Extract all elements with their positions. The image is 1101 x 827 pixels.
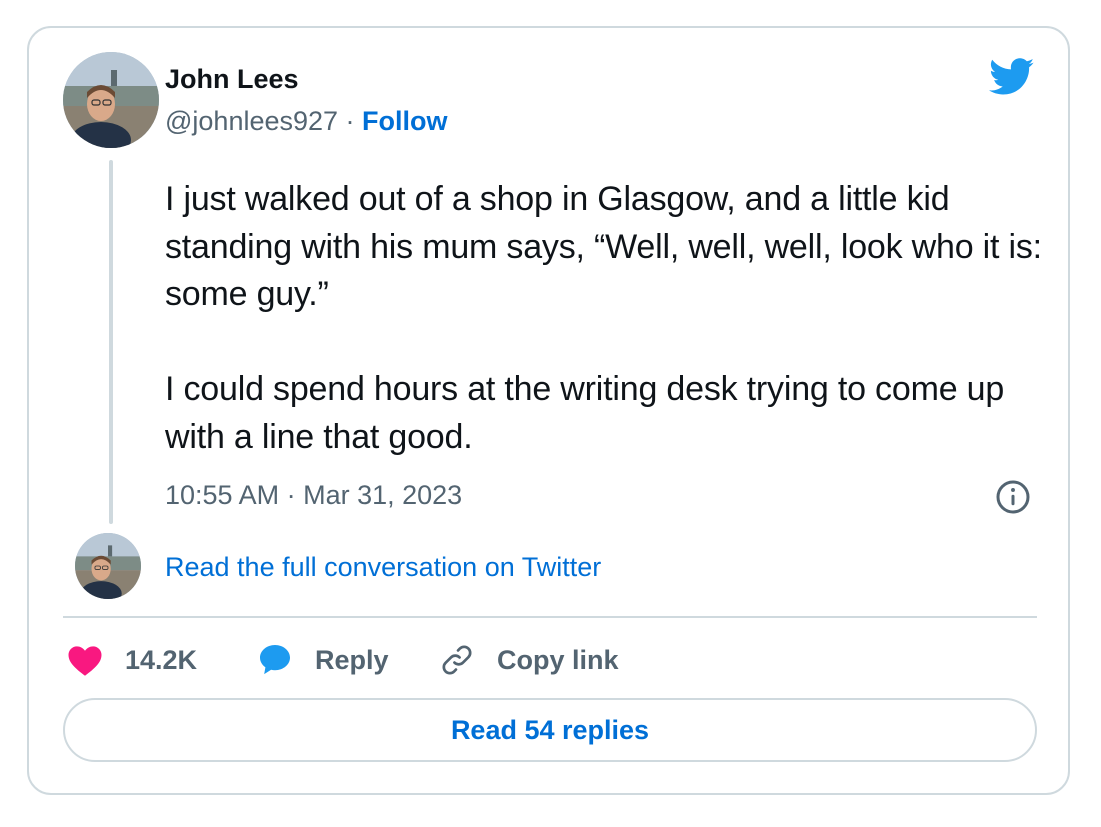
tweet-paragraph-1: I just walked out of a shop in Glasgow, …	[165, 180, 1042, 313]
tweet-timestamp[interactable]: 10:55 AM · Mar 31, 2023	[165, 480, 462, 511]
reply-button[interactable]: Reply	[257, 640, 389, 680]
avatar-photo-small	[75, 533, 141, 599]
author-name[interactable]: John Lees	[165, 64, 299, 95]
actions-divider	[63, 616, 1037, 618]
twitter-bird-icon[interactable]	[989, 58, 1035, 96]
thread-connector-line	[109, 160, 113, 524]
handle-separator: ·	[338, 106, 363, 136]
reply-label: Reply	[315, 644, 389, 675]
read-replies-label: Read 54 replies	[450, 714, 650, 745]
follow-button[interactable]: Follow	[362, 106, 447, 136]
tweet-paragraph-2: I could spend hours at the writing desk …	[165, 370, 1005, 456]
author-handle-row: @johnlees927 · Follow	[165, 106, 448, 137]
heart-icon	[68, 646, 102, 676]
read-full-conversation-link[interactable]: Read the full conversation on Twitter	[165, 552, 601, 583]
link-icon	[442, 645, 472, 675]
copy-link-label: Copy link	[497, 644, 619, 675]
conversation-avatar[interactable]	[75, 533, 141, 599]
author-handle[interactable]: @johnlees927	[165, 106, 338, 136]
speech-bubble-icon	[260, 645, 290, 675]
author-avatar[interactable]	[63, 52, 159, 148]
tweet-embed-card: John Lees @johnlees927 · Follow I just w…	[27, 26, 1070, 795]
copy-link-button[interactable]: Copy link	[439, 640, 619, 680]
read-replies-button[interactable]: Read 54 replies	[63, 698, 1037, 762]
avatar-photo	[63, 52, 159, 148]
like-count: 14.2K	[125, 644, 198, 675]
info-icon[interactable]	[995, 479, 1031, 515]
like-button[interactable]: 14.2K	[67, 640, 197, 680]
tweet-text: I just walked out of a shop in Glasgow, …	[165, 176, 1045, 461]
